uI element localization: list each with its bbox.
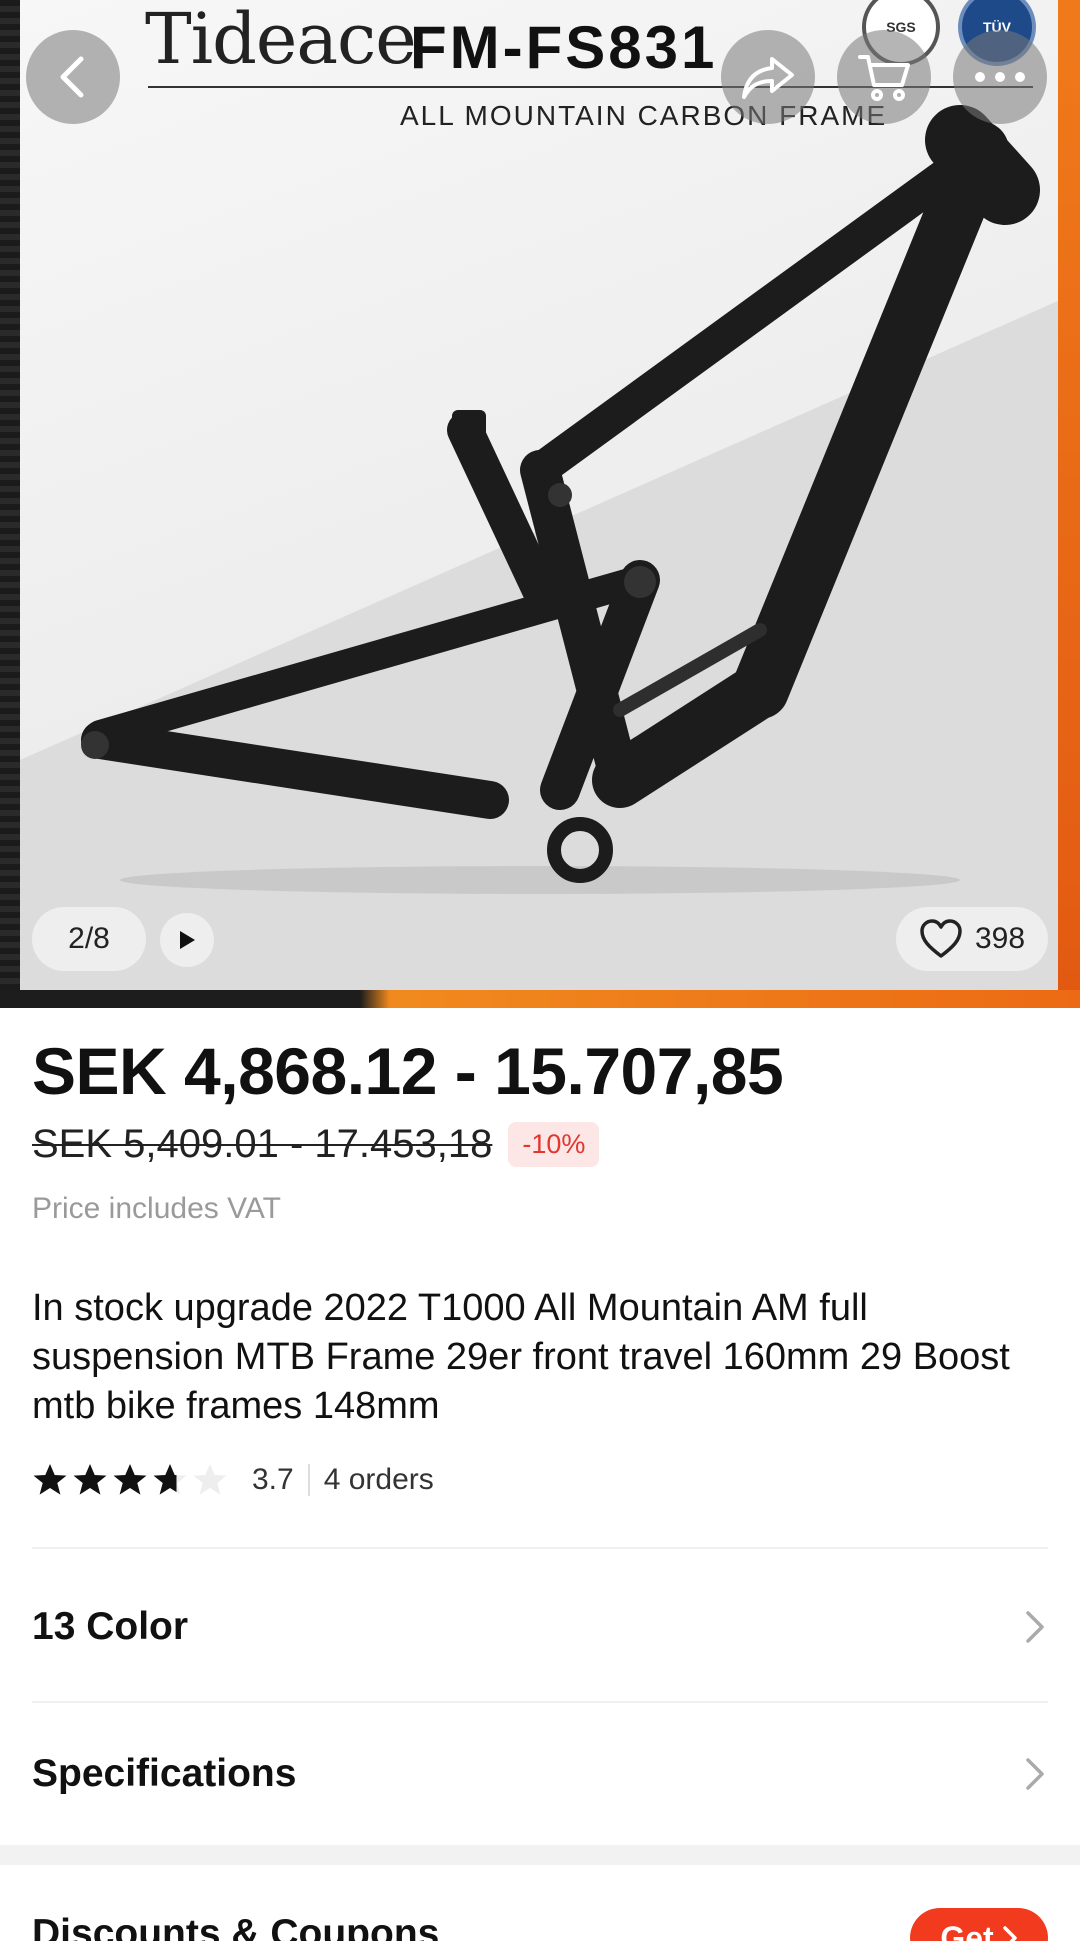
brand-logo-text: Tideace [145, 0, 417, 80]
play-video-button[interactable] [160, 913, 214, 967]
section-separator-band [0, 1845, 1080, 1865]
original-price-row: SEK 5,409.01 - 17.453,18 -10% [32, 1122, 600, 1167]
specifications-row[interactable]: Specifications [32, 1724, 1048, 1824]
star-icon [193, 1464, 227, 1495]
order-count: 4 orders [323, 1463, 434, 1496]
chevron-right-icon [1002, 1926, 1017, 1941]
rating-value: 3.7 [252, 1463, 294, 1496]
product-image-gallery[interactable]: Tideace FM-FS831 ALL MOUNTAIN CARBON FRA… [0, 0, 1080, 1008]
star-icon [113, 1464, 147, 1495]
section-divider [32, 1547, 1048, 1549]
share-icon [742, 57, 794, 99]
vat-note: Price includes VAT [32, 1192, 281, 1225]
hero-accent-stripe [1058, 0, 1080, 990]
cart-button[interactable] [837, 30, 931, 124]
star-icon [73, 1464, 107, 1495]
section-divider [32, 1701, 1048, 1703]
current-price: SEK 4,868.12 - 15.707,85 [32, 1034, 784, 1108]
star-icon [33, 1464, 67, 1495]
wishlist-count: 398 [974, 922, 1026, 955]
more-icon [975, 72, 1025, 82]
hero-bottom-band [0, 990, 1080, 1008]
wishlist-button[interactable]: 398 [896, 907, 1048, 971]
bike-frame-illustration [81, 105, 1040, 894]
specifications-label: Specifications [32, 1752, 297, 1795]
back-button[interactable] [26, 30, 120, 124]
image-subtitle: ALL MOUNTAIN CARBON FRAME [400, 100, 888, 131]
rating-row[interactable]: 3.7 4 orders [32, 1462, 434, 1498]
star-rating [32, 1462, 228, 1498]
star-icon [153, 1464, 187, 1495]
color-count-label: 13 Color [32, 1605, 189, 1648]
play-icon [180, 931, 195, 949]
model-number: FM-FS831 [410, 14, 718, 81]
product-title: In stock upgrade 2022 T1000 All Mountain… [32, 1287, 1010, 1427]
heart-icon [920, 919, 962, 958]
gallery-index-counter: 2/8 [32, 907, 146, 971]
discount-badge: -10% [508, 1122, 600, 1167]
rating-divider [307, 1464, 310, 1496]
chevron-right-icon [1026, 1611, 1044, 1643]
share-button[interactable] [721, 30, 815, 124]
get-coupon-button[interactable]: Get [910, 1908, 1048, 1941]
hero-edge-decoration [0, 0, 20, 1008]
get-coupon-label: Get [940, 1919, 994, 1941]
original-price: SEK 5,409.01 - 17.453,18 [32, 1122, 493, 1166]
cart-icon [858, 55, 910, 101]
discounts-coupons-label: Discounts & Coupons [32, 1912, 440, 1941]
back-arrow-icon [60, 56, 84, 98]
color-selector-row[interactable]: 13 Color [32, 1577, 1048, 1677]
chevron-right-icon [1026, 1758, 1044, 1790]
more-options-button[interactable] [953, 30, 1047, 124]
